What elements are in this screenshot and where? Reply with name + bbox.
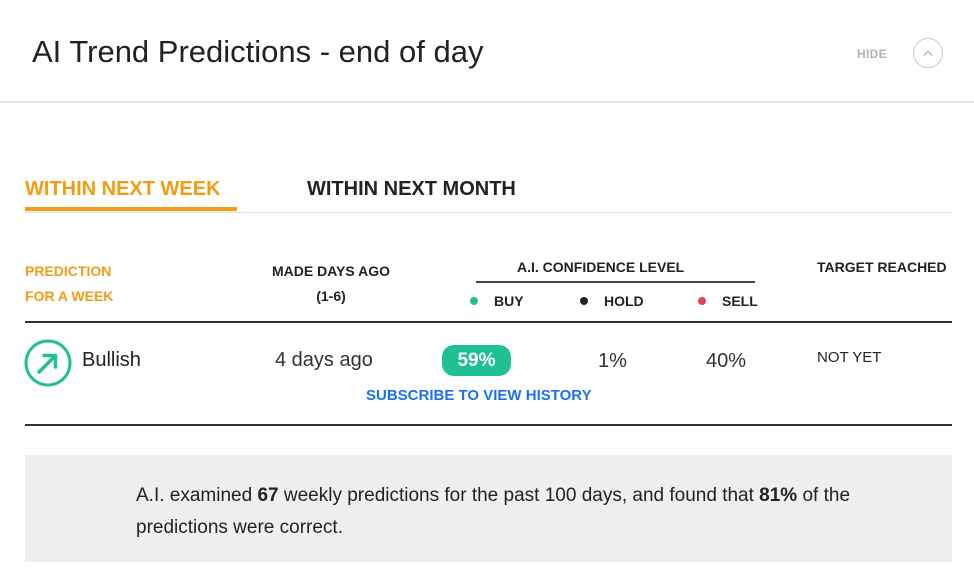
active-tab-underline (25, 207, 237, 211)
legend-hold: HOLD (580, 293, 644, 309)
tabs-divider (25, 212, 952, 213)
legend-hold-label: HOLD (604, 293, 644, 309)
hold-dot-icon (580, 297, 588, 305)
arrow-up-right-circle-icon (24, 339, 72, 387)
made-days-ago-header-line1: MADE DAYS AGO (272, 263, 390, 279)
table-top-divider (25, 321, 952, 323)
page-title: AI Trend Predictions - end of day (32, 34, 484, 69)
target-reached-value: NOT YET (817, 349, 882, 366)
summary-part1: A.I. examined (136, 485, 258, 506)
legend-sell-label: SELL (722, 293, 758, 309)
legend-buy-label: BUY (494, 293, 524, 309)
tab-within-next-week[interactable]: WITHIN NEXT WEEK (25, 178, 221, 201)
collapse-button[interactable] (913, 38, 943, 68)
summary-part2: weekly predictions for the past 100 days… (278, 485, 760, 506)
made-days-ago-value: 4 days ago (275, 349, 373, 371)
summary-count: 67 (257, 485, 279, 506)
summary-text: A.I. examined 67 weekly predictions for … (136, 480, 916, 544)
subscribe-history-link[interactable]: SUBSCRIBE TO VIEW HISTORY (366, 387, 592, 404)
sell-confidence-value: 40% (706, 350, 747, 372)
chevron-up-icon (923, 50, 933, 57)
made-days-ago-column-header: MADE DAYS AGO (1-6) (262, 259, 400, 309)
made-days-ago-header-line2: (1-6) (316, 288, 346, 304)
buy-confidence-badge: 59% (442, 345, 511, 376)
legend-buy: BUY (470, 293, 524, 309)
sell-dot-icon (698, 297, 706, 305)
legend-sell: SELL (698, 293, 758, 309)
tab-within-next-month[interactable]: WITHIN NEXT MONTH (307, 178, 516, 201)
summary-accuracy: 81% (759, 485, 798, 506)
hold-confidence-value: 1% (598, 350, 627, 372)
confidence-column-header: A.I. CONFIDENCE LEVEL (517, 259, 685, 275)
table-bottom-divider (25, 424, 952, 426)
header-divider (0, 101, 974, 103)
target-column-header: TARGET REACHED (817, 259, 947, 275)
buy-dot-icon (470, 297, 478, 305)
hide-button[interactable]: HIDE (857, 47, 887, 61)
prediction-column-header: PREDICTION FOR A WEEK (25, 259, 113, 309)
prediction-header-line2: FOR A WEEK (25, 288, 114, 304)
trend-label: Bullish (82, 349, 141, 371)
confidence-header-rule (476, 281, 755, 283)
prediction-header-line1: PREDICTION (25, 263, 112, 279)
summary-box: A.I. examined 67 weekly predictions for … (25, 455, 952, 562)
